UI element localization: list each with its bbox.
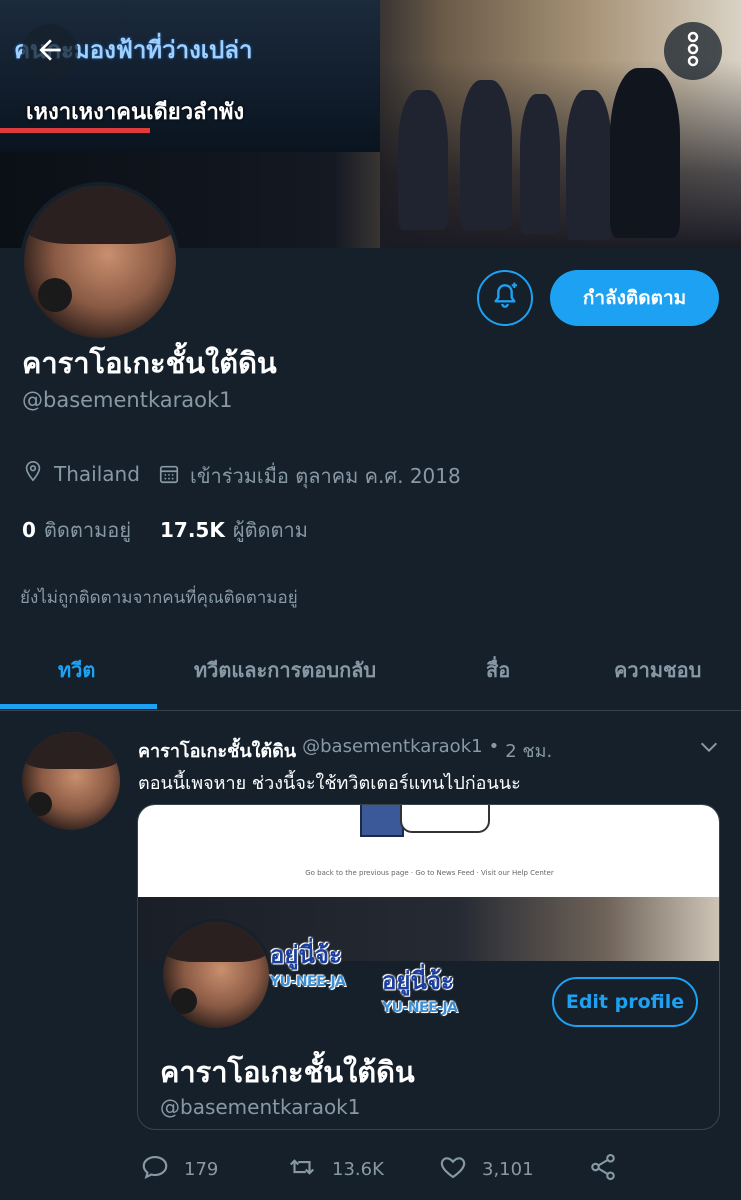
sticker-sub-text: YU-NEE-JA [270, 974, 346, 990]
sticker-2: อยู่นี่จ้ะ YU-NEE-JA [382, 961, 458, 1016]
profile-avatar[interactable] [20, 182, 180, 342]
banner-crowd [380, 60, 741, 248]
tweet-time[interactable]: 2 ชม. [505, 736, 552, 765]
tab-media[interactable]: สื่อ [486, 654, 510, 686]
avatar-microphone [28, 792, 52, 816]
sticker-main-text: อยู่นี่จ้ะ [270, 941, 342, 969]
fb-footer-links: Go back to the previous page · Go to New… [305, 869, 554, 877]
retweet-action[interactable]: 13.6K [286, 1152, 384, 1187]
sticker-sub-text: YU-NEE-JA [382, 1000, 458, 1016]
banner-karaoke-line-2: เหงาเหงาคนเดียวลำพัง [26, 100, 245, 125]
tweet-author-avatar[interactable] [22, 732, 120, 830]
location-pin-icon [22, 460, 44, 487]
followers-you-know-note: ยังไม่ถูกติดตามจากคนที่คุณติดตามอยู่ [20, 588, 298, 608]
following-button[interactable]: กำลังติดตาม [550, 270, 719, 326]
banner-person [460, 80, 512, 230]
followers-count: 17.5K [160, 518, 225, 542]
fb-thumb-outline [400, 805, 490, 833]
media-profile-avatar [160, 919, 272, 1031]
followers-label: ผู้ติดตาม [232, 518, 308, 542]
tweet-author-name[interactable]: คาราโอเกะชั้นใต้ดิน [138, 736, 296, 765]
reply-action[interactable]: 179 [140, 1152, 218, 1187]
like-action[interactable]: 3,101 [438, 1152, 534, 1187]
media-profile-handle: @basementkaraok1 [160, 1095, 361, 1119]
tweet-separator: • [488, 736, 500, 757]
active-tab-indicator [0, 704, 157, 709]
media-fb-page: Go back to the previous page · Go to New… [138, 805, 719, 897]
tweet-media[interactable]: Go back to the previous page · Go to New… [137, 804, 720, 1130]
following-stat[interactable]: 0 ติดตามอยู่ [22, 514, 131, 546]
like-icon [438, 1152, 468, 1187]
tweet-text: ตอนนี้เพจหาย ช่วงนี้จะใช้ทวิตเตอร์แทนไปก… [138, 773, 521, 794]
avatar-hair [163, 922, 269, 963]
avatar-microphone [38, 278, 72, 312]
media-edit-profile-button: Edit profile [552, 977, 698, 1027]
media-profile-name: คาราโอเกะชั้นใต้ดิน [160, 1055, 415, 1089]
more-options-button[interactable] [664, 22, 722, 80]
banner-person [398, 90, 448, 230]
profile-name: คาราโอเกะชั้นใต้ดิน [22, 346, 277, 380]
banner-person [610, 68, 680, 238]
retweet-icon [286, 1152, 318, 1187]
share-icon [588, 1152, 618, 1187]
retweet-count: 13.6K [332, 1159, 384, 1180]
banner-person [520, 94, 560, 234]
bell-plus-icon [489, 280, 521, 316]
reply-count: 179 [184, 1159, 219, 1180]
following-count: 0 [22, 518, 36, 542]
following-label: ติดตามอยู่ [43, 518, 132, 542]
profile-handle: @basementkaraok1 [22, 388, 233, 412]
avatar-microphone [171, 988, 197, 1014]
calendar-icon [158, 463, 180, 490]
back-button[interactable] [22, 24, 78, 80]
sticker-main-text: อยู่นี่จ้ะ [382, 967, 454, 995]
like-count: 3,101 [482, 1159, 534, 1180]
profile-joined: เข้าร่วมเมื่อ ตุลาคม ค.ศ. 2018 [158, 460, 461, 492]
profile-location: Thailand [22, 460, 140, 487]
tab-tweets[interactable]: ทวีต [58, 654, 95, 686]
banner-person [566, 90, 612, 240]
chevron-down-icon [698, 742, 720, 762]
share-action[interactable] [588, 1152, 618, 1187]
tweet-author-handle[interactable]: @basementkaraok1 [302, 736, 482, 765]
sticker-1: อยู่นี่จ้ะ YU-NEE-JA [270, 935, 346, 990]
back-arrow-icon [34, 34, 66, 70]
avatar-hair [24, 186, 176, 244]
avatar-hair [22, 732, 120, 770]
notifications-button[interactable] [477, 270, 533, 326]
profile-tabs: ทวีต ทวีตและการตอบกลับ สื่อ ความชอบ [0, 640, 741, 711]
banner-karaoke-progress [0, 128, 150, 133]
followers-stat[interactable]: 17.5K ผู้ติดตาม [160, 514, 308, 546]
tab-tweets-and-replies[interactable]: ทวีตและการตอบกลับ [194, 654, 376, 686]
reply-icon [140, 1152, 170, 1187]
tweet-menu-button[interactable] [698, 736, 720, 762]
fb-thumb-icon [360, 805, 404, 837]
more-vertical-icon [683, 31, 703, 71]
joined-text: เข้าร่วมเมื่อ ตุลาคม ค.ศ. 2018 [190, 464, 461, 488]
tweet-header: คาราโอเกะชั้นใต้ดิน @basementkaraok1 • 2… [138, 736, 552, 765]
location-text: Thailand [54, 461, 140, 486]
tab-likes[interactable]: ความชอบ [614, 654, 701, 686]
